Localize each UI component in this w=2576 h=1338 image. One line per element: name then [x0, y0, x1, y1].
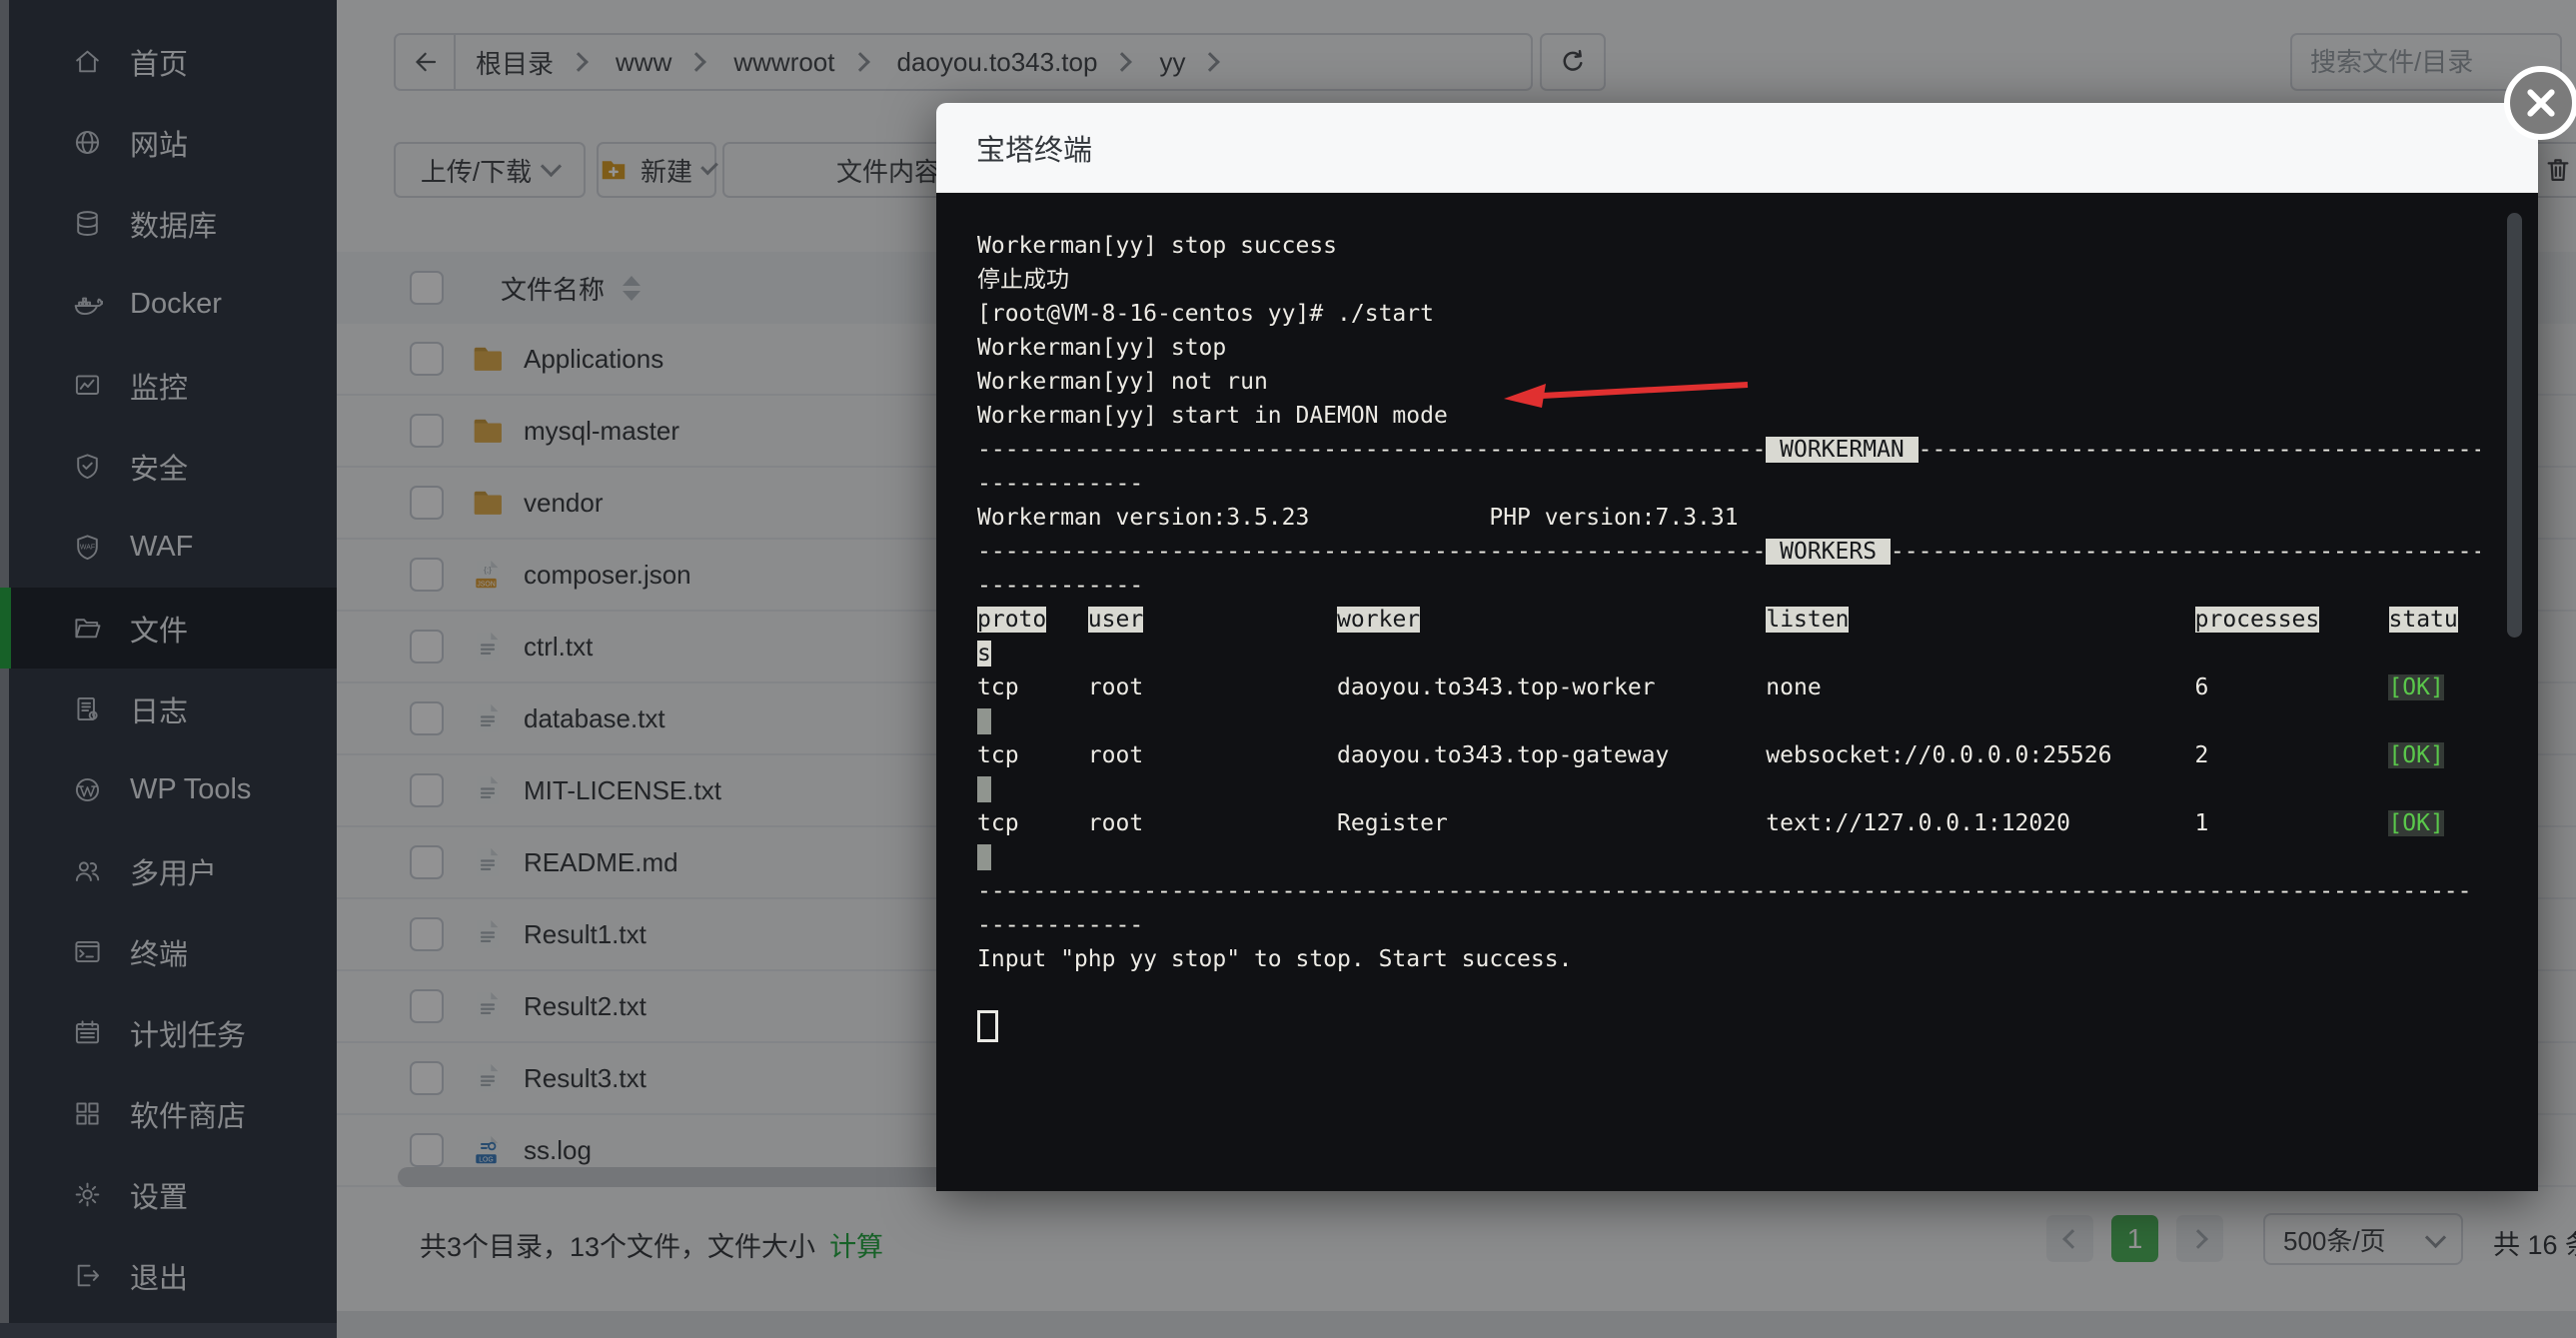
terminal-line: ------------	[977, 908, 2480, 942]
terminal-line: ----------------------------------------…	[977, 874, 2480, 908]
terminal-line: tcp root daoyou.to343.top-gateway websoc…	[977, 738, 2480, 772]
terminal-line	[977, 772, 2480, 806]
terminal-output[interactable]: Workerman[yy] stop success停止成功[root@VM-8…	[977, 229, 2480, 1044]
terminal-line: Workerman version:3.5.23 PHP version:7.3…	[977, 501, 2480, 535]
terminal-line: tcp root Register text://127.0.0.1:12020…	[977, 806, 2480, 840]
terminal-line: Workerman[yy] stop	[977, 331, 2480, 365]
terminal-line: ------------	[977, 467, 2480, 501]
terminal-line: Workerman[yy] stop success	[977, 229, 2480, 263]
terminal-line	[977, 704, 2480, 738]
terminal-line: ----------------------------------------…	[977, 433, 2480, 467]
terminal-line: s	[977, 637, 2480, 670]
terminal-line: Workerman[yy] not run	[977, 365, 2480, 399]
terminal-line	[977, 976, 2480, 1010]
terminal-line	[977, 1010, 2480, 1044]
modal-close-button[interactable]	[2504, 66, 2576, 140]
terminal-line: Input "php yy stop" to stop. Start succe…	[977, 942, 2480, 976]
terminal-line: 停止成功	[977, 263, 2480, 297]
terminal-line: ------------	[977, 569, 2480, 603]
terminal-line: proto user worker listen processes statu	[977, 603, 2480, 637]
modal-title: 宝塔终端	[976, 127, 1092, 169]
terminal-line: Workerman[yy] start in DAEMON mode	[977, 399, 2480, 433]
terminal-line	[977, 840, 2480, 874]
terminal-line: ----------------------------------------…	[977, 535, 2480, 569]
terminal-modal: 宝塔终端 Workerman[yy] stop success停止成功[root…	[936, 103, 2538, 1191]
modal-header: 宝塔终端	[936, 103, 2538, 193]
bt-panel-page: { "app": {"accent_green": "#28a745", "te…	[0, 0, 2576, 1338]
terminal-line: tcp root daoyou.to343.top-worker none 6 …	[977, 670, 2480, 704]
terminal-scrollbar[interactable]	[2507, 213, 2522, 638]
terminal-window[interactable]: Workerman[yy] stop success停止成功[root@VM-8…	[936, 193, 2538, 1191]
terminal-cursor	[977, 1010, 998, 1042]
terminal-line: [root@VM-8-16-centos yy]# ./start	[977, 297, 2480, 331]
